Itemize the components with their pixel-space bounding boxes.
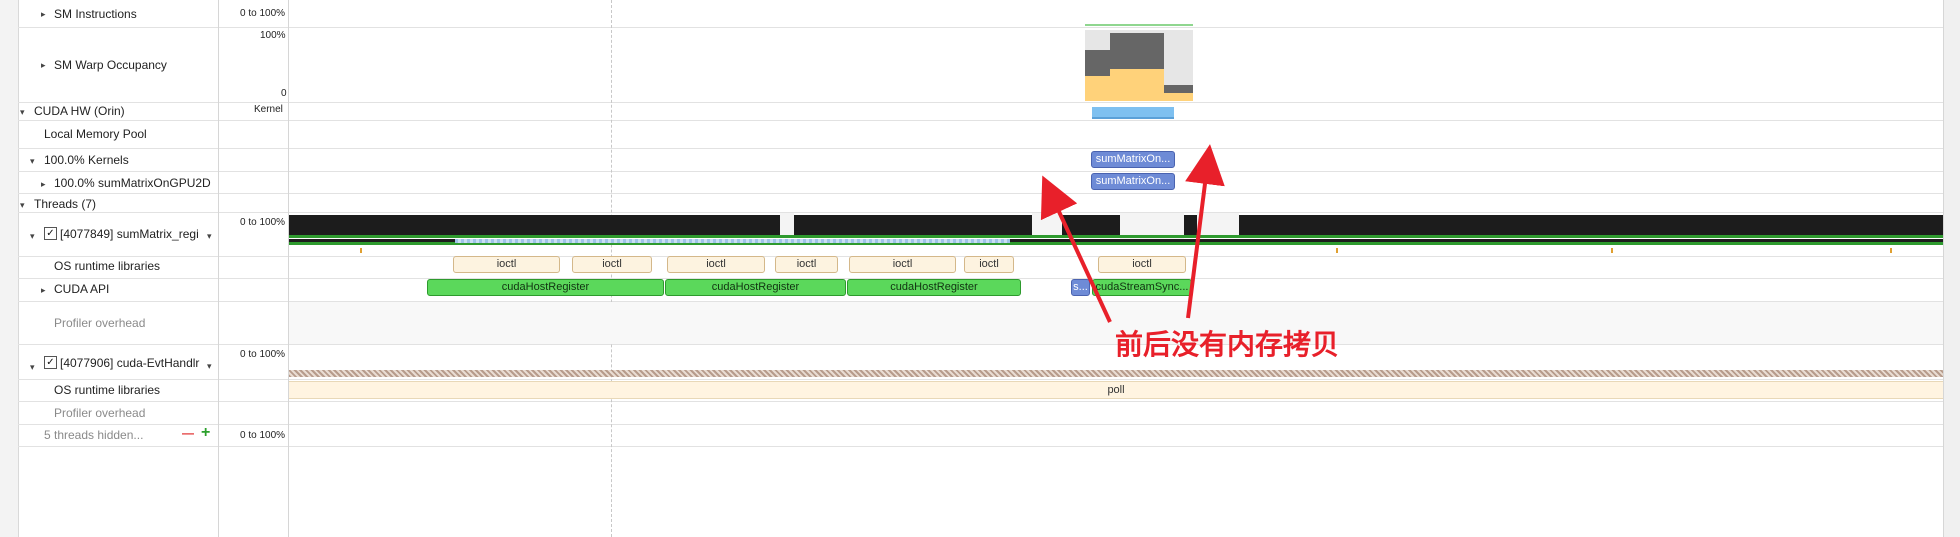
annotation-arrow-right (1185, 144, 1225, 319)
annotation-arrows (1040, 144, 1225, 323)
annotation-text: 前后没有内存拷贝 (1115, 328, 1340, 361)
annotation-arrow-left (1040, 175, 1112, 323)
